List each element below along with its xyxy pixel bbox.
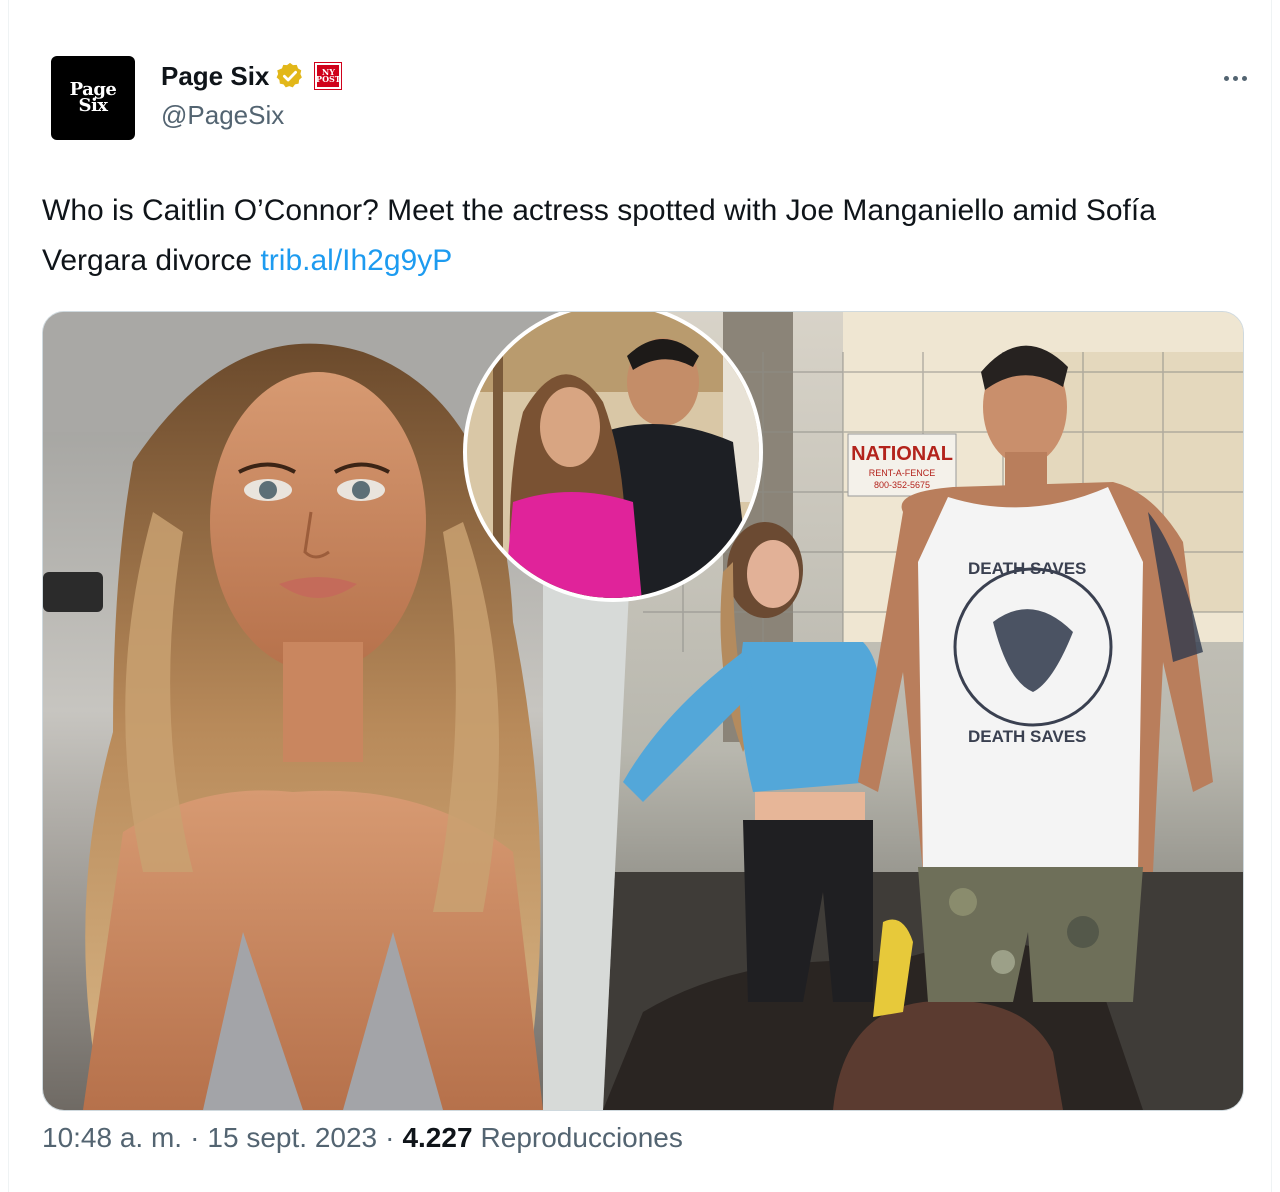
sign-phone: 800-352-5675 bbox=[874, 480, 930, 490]
meta-separator: · bbox=[190, 1122, 200, 1153]
author-display-name[interactable]: Page Six bbox=[161, 61, 269, 92]
views-count: 4.227 bbox=[402, 1122, 473, 1153]
tweet-body: Who is Caitlin O’Connor? Meet the actres… bbox=[42, 194, 1156, 277]
shirt-print-top: DEATH SAVES bbox=[968, 559, 1086, 578]
more-dot-icon bbox=[1241, 75, 1247, 81]
tweet-date[interactable]: 15 sept. 2023 bbox=[207, 1122, 377, 1154]
author-name-row: Page Six NY POST bbox=[161, 58, 343, 94]
affiliate-badge-text: NY POST bbox=[316, 67, 341, 84]
more-dot-icon bbox=[1232, 75, 1238, 81]
tweet-link[interactable]: trib.al/Ih2g9yP bbox=[260, 244, 452, 277]
tweet-text: Who is Caitlin O’Connor? Meet the actres… bbox=[42, 186, 1252, 286]
tweet-meta: 10:48 a. m. · 15 sept. 2023 · 4.227 Repr… bbox=[42, 1122, 683, 1154]
sign-title: NATIONAL bbox=[851, 443, 953, 465]
more-options-button[interactable] bbox=[1213, 60, 1257, 96]
author-handle[interactable]: @PageSix bbox=[161, 100, 284, 131]
shirt-print-bottom: DEATH SAVES bbox=[968, 727, 1086, 746]
meta-separator: · bbox=[385, 1122, 395, 1153]
tweet-time[interactable]: 10:48 a. m. bbox=[42, 1122, 182, 1154]
media-collage: NATIONAL RENT-A-FENCE 800-352-5675 DEATH… bbox=[43, 312, 1243, 1110]
verified-badge-icon bbox=[277, 62, 303, 88]
affiliate-badge-icon[interactable]: NY POST bbox=[314, 62, 343, 90]
tweet-media-image[interactable]: NATIONAL RENT-A-FENCE 800-352-5675 DEATH… bbox=[42, 311, 1244, 1111]
avatar-text-bottom: Six bbox=[78, 95, 108, 116]
views-label: Reproducciones bbox=[480, 1122, 683, 1153]
avatar[interactable]: Page Six bbox=[51, 56, 135, 140]
sign-subtitle: RENT-A-FENCE bbox=[869, 468, 936, 478]
more-dot-icon bbox=[1223, 75, 1229, 81]
